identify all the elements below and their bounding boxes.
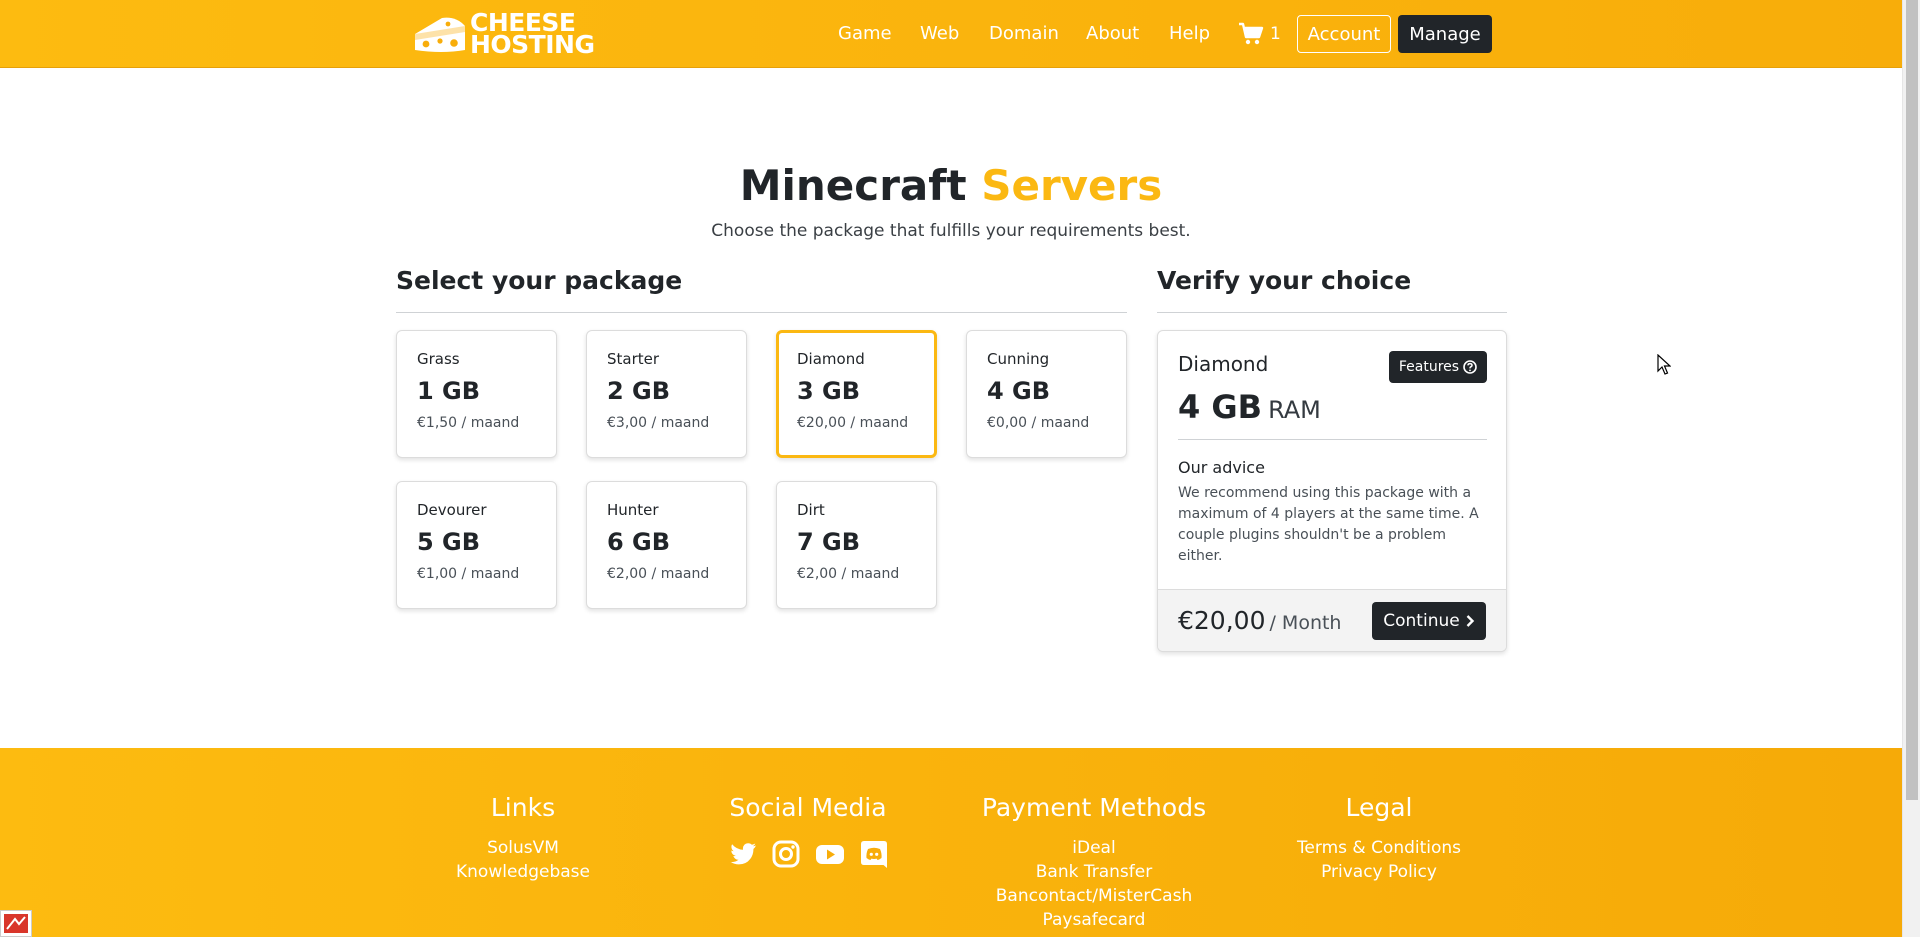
footer-link-terms[interactable]: Terms & Conditions	[1249, 836, 1509, 860]
footer-legal-heading: Legal	[1345, 793, 1413, 822]
chevron-right-icon	[1466, 615, 1474, 627]
account-button[interactable]: Account	[1297, 15, 1391, 53]
page-subtitle: Choose the package that fulfills your re…	[711, 221, 1191, 241]
verify-divider	[1178, 439, 1487, 440]
package-card-starter[interactable]: Starter 2 GB €3,00 / maand	[586, 330, 747, 458]
package-size: 6 GB	[607, 528, 671, 556]
instagram-icon[interactable]	[770, 838, 802, 874]
package-name: Grass	[417, 350, 460, 368]
verify-price-amount: €20,00	[1178, 606, 1266, 635]
features-button[interactable]: Features	[1389, 351, 1487, 383]
package-name: Starter	[607, 350, 660, 368]
footer-payment-bancontact[interactable]: Bancontact/MisterCash	[964, 884, 1224, 908]
brand-text: CHEESE HOSTING	[470, 10, 595, 59]
package-card-hunter[interactable]: Hunter 6 GB €2,00 / maand	[586, 481, 747, 609]
manage-button[interactable]: Manage	[1398, 15, 1492, 53]
package-card-diamond[interactable]: Diamond 3 GB €20,00 / maand	[776, 330, 937, 458]
package-size: 2 GB	[607, 377, 671, 405]
package-price: €2,00 / maand	[797, 566, 900, 582]
package-card-cunning[interactable]: Cunning 4 GB €0,00 / maand	[966, 330, 1127, 458]
verify-card-footer: €20,00/ Month Continue	[1158, 589, 1506, 651]
package-size: 5 GB	[417, 528, 481, 556]
cart-count: 1	[1270, 24, 1281, 44]
package-price: €1,00 / maand	[417, 566, 520, 582]
continue-button-label: Continue	[1383, 611, 1460, 631]
youtube-icon[interactable]	[814, 838, 846, 874]
footer-link-knowledgebase[interactable]: Knowledgebase	[393, 860, 653, 884]
continue-button[interactable]: Continue	[1372, 602, 1486, 640]
advice-heading: Our advice	[1178, 458, 1265, 477]
package-name: Cunning	[987, 350, 1050, 368]
package-size: 3 GB	[797, 377, 861, 405]
footer-payment-heading: Payment Methods	[981, 793, 1207, 822]
footer-payment-column: Payment Methods iDeal Bank Transfer Banc…	[964, 792, 1224, 932]
footer-payment-ideal[interactable]: iDeal	[964, 836, 1224, 860]
package-price: €3,00 / maand	[607, 415, 710, 431]
package-size: 4 GB	[987, 377, 1051, 405]
features-button-label: Features	[1398, 359, 1460, 375]
verify-ram-unit: RAM	[1268, 396, 1321, 424]
site-footer: Links SolusVM Knowledgebase Social Media	[0, 748, 1902, 937]
footer-links-column: Links SolusVM Knowledgebase	[393, 792, 653, 884]
verify-package-name: Diamond	[1178, 352, 1269, 376]
package-size: 7 GB	[797, 528, 861, 556]
package-price: €20,00 / maand	[797, 415, 909, 431]
select-package-heading: Select your package	[396, 266, 683, 295]
verify-choice-heading: Verify your choice	[1157, 266, 1412, 295]
footer-legal-column: Legal Terms & Conditions Privacy Policy	[1249, 792, 1509, 884]
nav-item-web[interactable]: Web	[920, 22, 959, 46]
cart-icon	[1239, 22, 1264, 45]
footer-social-heading: Social Media	[729, 793, 887, 822]
nav-item-about[interactable]: About	[1086, 22, 1139, 46]
package-size: 1 GB	[417, 377, 481, 405]
twitter-icon[interactable]	[726, 838, 758, 874]
discord-icon[interactable]	[858, 838, 890, 874]
package-name: Dirt	[797, 501, 825, 519]
package-card-grass[interactable]: Grass 1 GB €1,50 / maand	[396, 330, 557, 458]
footer-links-heading: Links	[490, 793, 556, 822]
question-circle-icon	[1463, 360, 1477, 374]
verify-choice-divider	[1157, 312, 1507, 313]
mouse-cursor-icon	[1657, 354, 1671, 375]
verify-ram-value: 4 GB	[1178, 388, 1263, 426]
package-price: €1,50 / maand	[417, 415, 520, 431]
package-price: €0,00 / maand	[987, 415, 1090, 431]
nav-item-game[interactable]: Game	[838, 22, 892, 46]
cart-link[interactable]: 1	[1238, 20, 1281, 48]
verify-ram: 4 GB RAM	[1178, 387, 1321, 433]
footer-link-privacy[interactable]: Privacy Policy	[1249, 860, 1509, 884]
nav-item-domain[interactable]: Domain	[989, 22, 1059, 46]
package-card-devourer[interactable]: Devourer 5 GB €1,00 / maand	[396, 481, 557, 609]
page-title: Minecraft Servers	[0, 160, 1902, 212]
advice-text: We recommend using this package with a m…	[1178, 485, 1479, 564]
page: CHEESE HOSTING Game Web Domain About Hel…	[0, 0, 1920, 937]
verify-price-period: / Month	[1269, 612, 1342, 634]
corner-widget-icon[interactable]	[0, 910, 32, 937]
select-package-divider	[396, 312, 1127, 313]
page-title-accent: Servers	[981, 161, 1163, 210]
package-price: €2,00 / maand	[607, 566, 710, 582]
package-name: Devourer	[417, 501, 487, 519]
package-name: Diamond	[797, 350, 865, 368]
scrollbar-thumb[interactable]	[1906, 0, 1918, 800]
package-name: Hunter	[607, 501, 659, 519]
navbar: CHEESE HOSTING Game Web Domain About Hel…	[0, 0, 1902, 68]
footer-payment-bank-transfer[interactable]: Bank Transfer	[964, 860, 1224, 884]
cheese-icon	[415, 17, 465, 53]
footer-social-column: Social Media	[678, 792, 938, 874]
brand-logo[interactable]: CHEESE HOSTING	[412, 10, 595, 59]
nav-item-help[interactable]: Help	[1169, 22, 1210, 46]
brand-line-2: HOSTING	[470, 30, 595, 59]
footer-payment-paysafecard[interactable]: Paysafecard	[964, 908, 1224, 932]
page-title-main: Minecraft	[739, 161, 967, 210]
verify-card: Diamond Features 4 GB RAM Our advice We r…	[1157, 330, 1507, 652]
package-card-dirt[interactable]: Dirt 7 GB €2,00 / maand	[776, 481, 937, 609]
page-scrollbar[interactable]	[1902, 0, 1920, 937]
footer-link-solusvm[interactable]: SolusVM	[393, 836, 653, 860]
verify-price: €20,00/ Month	[1178, 604, 1341, 641]
